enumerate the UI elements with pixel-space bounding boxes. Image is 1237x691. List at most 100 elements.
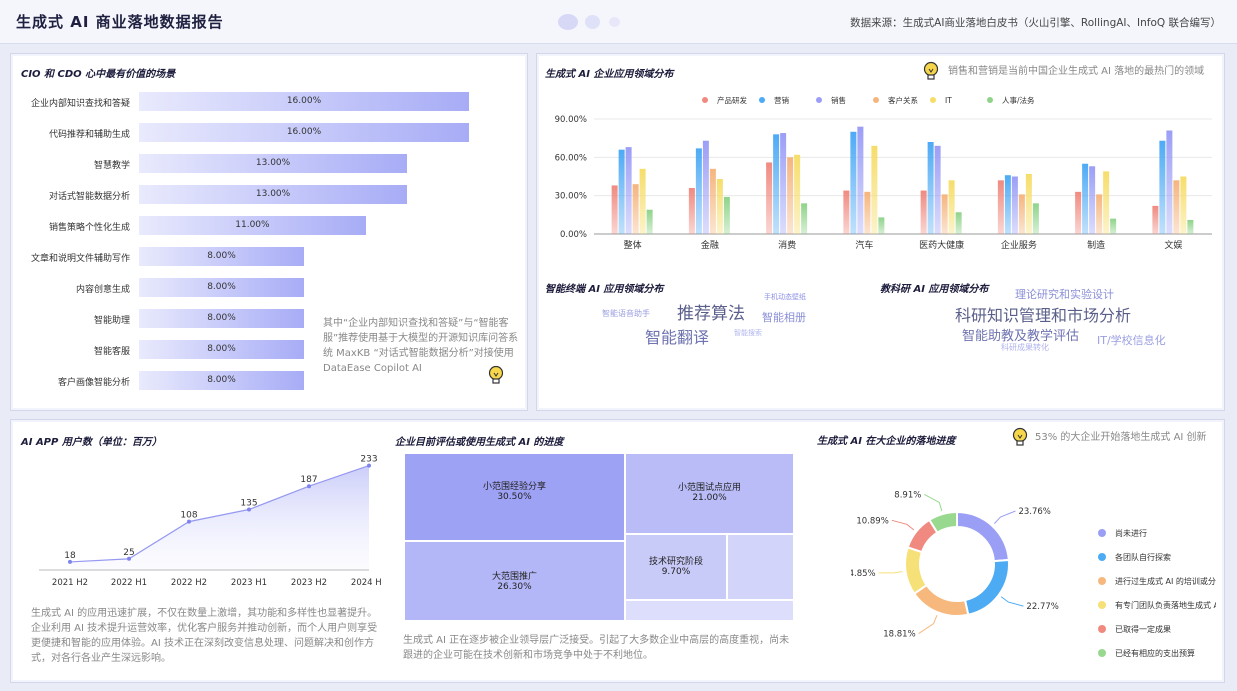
bar [1096, 194, 1103, 234]
legend-marker [987, 97, 993, 103]
legend-label: 客户关系 [888, 95, 918, 105]
data-label: 187 [300, 475, 317, 485]
legend-item: 已取得一定成果 [1098, 624, 1216, 635]
domain-bar-chart: 产品研发 营销 销售 客户关系 IT 人事/法务 0.00% 30.00% 60.00% 90.0… [555, 95, 1212, 251]
slice-label: 14.85% [851, 569, 876, 579]
bar [632, 184, 639, 234]
landing-note: 53% 的大企业开始落地生成式 AI 创新 [1035, 432, 1207, 443]
bar [1159, 140, 1166, 234]
legend-marker [1098, 529, 1106, 537]
bar [702, 140, 709, 234]
lightbulb-icon [1012, 427, 1028, 446]
x-tick-label: 文娱 [1164, 239, 1182, 251]
leader-line [924, 494, 943, 512]
bar [1011, 176, 1018, 234]
bar-category-label: 对话式智能数据分析 [48, 192, 130, 202]
bar [639, 168, 646, 234]
bar [646, 209, 653, 234]
y-tick-label: 0.00% [560, 230, 587, 240]
bar [941, 194, 948, 234]
word-cloud-term: 理论研究和实验设计 [1015, 288, 1114, 301]
bar: 8.00% [139, 309, 304, 328]
bar [843, 190, 850, 234]
domain-panel: 生成式 AI 企业应用领域分布 销售和营销是当前中国企业生成式 AI 落地的最热… [536, 53, 1225, 411]
bar [625, 147, 632, 234]
bar-value-label: 8.00% [207, 344, 236, 354]
data-label: 25 [123, 548, 134, 558]
legend-marker [702, 97, 708, 103]
bar [948, 180, 955, 234]
slice-label: 8.91% [894, 490, 921, 500]
legend-label: 已经有相应的支出预算 [1115, 649, 1195, 658]
bar [1173, 180, 1180, 234]
donut-slice [912, 583, 970, 617]
progress-title: 企业目前评估或使用生成式 AI 的进度 [395, 437, 564, 448]
donut-slice [963, 558, 1010, 616]
bar-value-label: 16.00% [286, 96, 322, 106]
bar: 13.00% [139, 154, 408, 173]
data-label: 18 [64, 551, 76, 561]
bar: 11.00% [139, 216, 366, 235]
treemap-cell: 技术研究阶段 9.70% [625, 534, 727, 600]
bar [850, 131, 857, 234]
bar-category-label: 智能助理 [93, 316, 130, 326]
y-tick-label: 60.00% [555, 153, 587, 163]
bar [1110, 218, 1117, 234]
treemap-name: 小范围经验分享 [482, 482, 546, 492]
x-tick-label: 制造 [1087, 239, 1105, 251]
bar [773, 134, 780, 234]
legend-label: 人事/法务 [1002, 95, 1035, 105]
progress-note: 生成式 AI 正在逐步被企业领导层广泛接受。引起了大多数企业中高层的高度重视，尚… [403, 635, 790, 661]
leader-line [1000, 596, 1024, 607]
page-title: 生成式 AI 商业落地数据报告 [16, 13, 224, 31]
bar [618, 149, 625, 234]
word-cloud-term: 手机动态壁纸 [764, 293, 806, 301]
legend-marker [759, 97, 765, 103]
word-cloud-term: 智能翻译 [645, 328, 710, 347]
bar [864, 191, 871, 234]
word-cloud-term: 智能搜索 [734, 329, 762, 337]
app-users-area-chart: 18 2021 H2 25 2022 H1 108 2022 H2 135 2023 H1 18… [39, 455, 381, 588]
legend-label: 有专门团队负责落地生成式 AI [1115, 601, 1216, 610]
bar [857, 126, 864, 234]
treemap-cell [625, 600, 794, 621]
treemap-name: 小范围试点应用 [677, 483, 741, 493]
bar [1082, 163, 1089, 234]
treemap-value: 30.50% [497, 492, 532, 502]
bar [766, 162, 773, 234]
bar: 13.00% [139, 185, 408, 204]
treemap-value: 21.00% [692, 493, 727, 503]
x-tick-label: 金融 [701, 239, 719, 251]
legend-label: 销售 [831, 95, 846, 105]
leader-line [878, 571, 903, 574]
progress-treemap: 小范围经验分享 30.50% 大范围推广 26.30% 小范围试点应用 21.00% 技术研… [404, 453, 794, 621]
treemap-cell: 大范围推广 26.30% [404, 541, 625, 621]
bar-value-label: 8.00% [207, 375, 236, 385]
bar [920, 190, 927, 234]
bar [1018, 194, 1025, 234]
bar [927, 142, 934, 234]
data-source-note: 数据来源：生成式AI商业落地白皮书（火山引擎、RollingAI、InfoQ 联… [850, 17, 1221, 29]
bar [611, 185, 618, 234]
domain-chart-title: 生成式 AI 企业应用领域分布 [545, 69, 674, 80]
bar-category-label: 客户画像智能分析 [57, 378, 130, 388]
cio-chart-title: CIO 和 CDO 心中最有价值的场景 [21, 69, 176, 80]
treemap-name: 技术研究阶段 [648, 557, 703, 567]
bar [878, 217, 885, 234]
x-tick-label: 消费 [778, 239, 796, 251]
bar-category-label: 企业内部知识查找和答疑 [30, 99, 130, 109]
x-tick-label: 2022 H2 [171, 578, 207, 588]
bar [794, 154, 801, 234]
x-tick-label: 2023 H2 [291, 578, 327, 588]
legend-label: 产品研发 [717, 95, 747, 105]
bottom-panel: AI APP 用户数（单位：百万） 18 2021 H2 25 2022 H1 108 2… [10, 419, 1225, 683]
header-bar: 生成式 AI 商业落地数据报告 数据来源：生成式AI商业落地白皮书（火山引擎、R… [0, 0, 1237, 44]
treemap-cell: 小范围经验分享 30.50% [404, 453, 625, 541]
word-cloud-term: 推荐算法 [677, 304, 745, 324]
edu-title: 教科研 AI 应用领域分布 [880, 284, 989, 295]
bar [787, 157, 794, 234]
legend-marker [1098, 649, 1106, 657]
legend-marker [1098, 601, 1106, 609]
terminal-title: 智能终端 AI 应用领域分布 [545, 284, 664, 295]
app-users-title: AI APP 用户数（单位：百万） [21, 437, 162, 448]
